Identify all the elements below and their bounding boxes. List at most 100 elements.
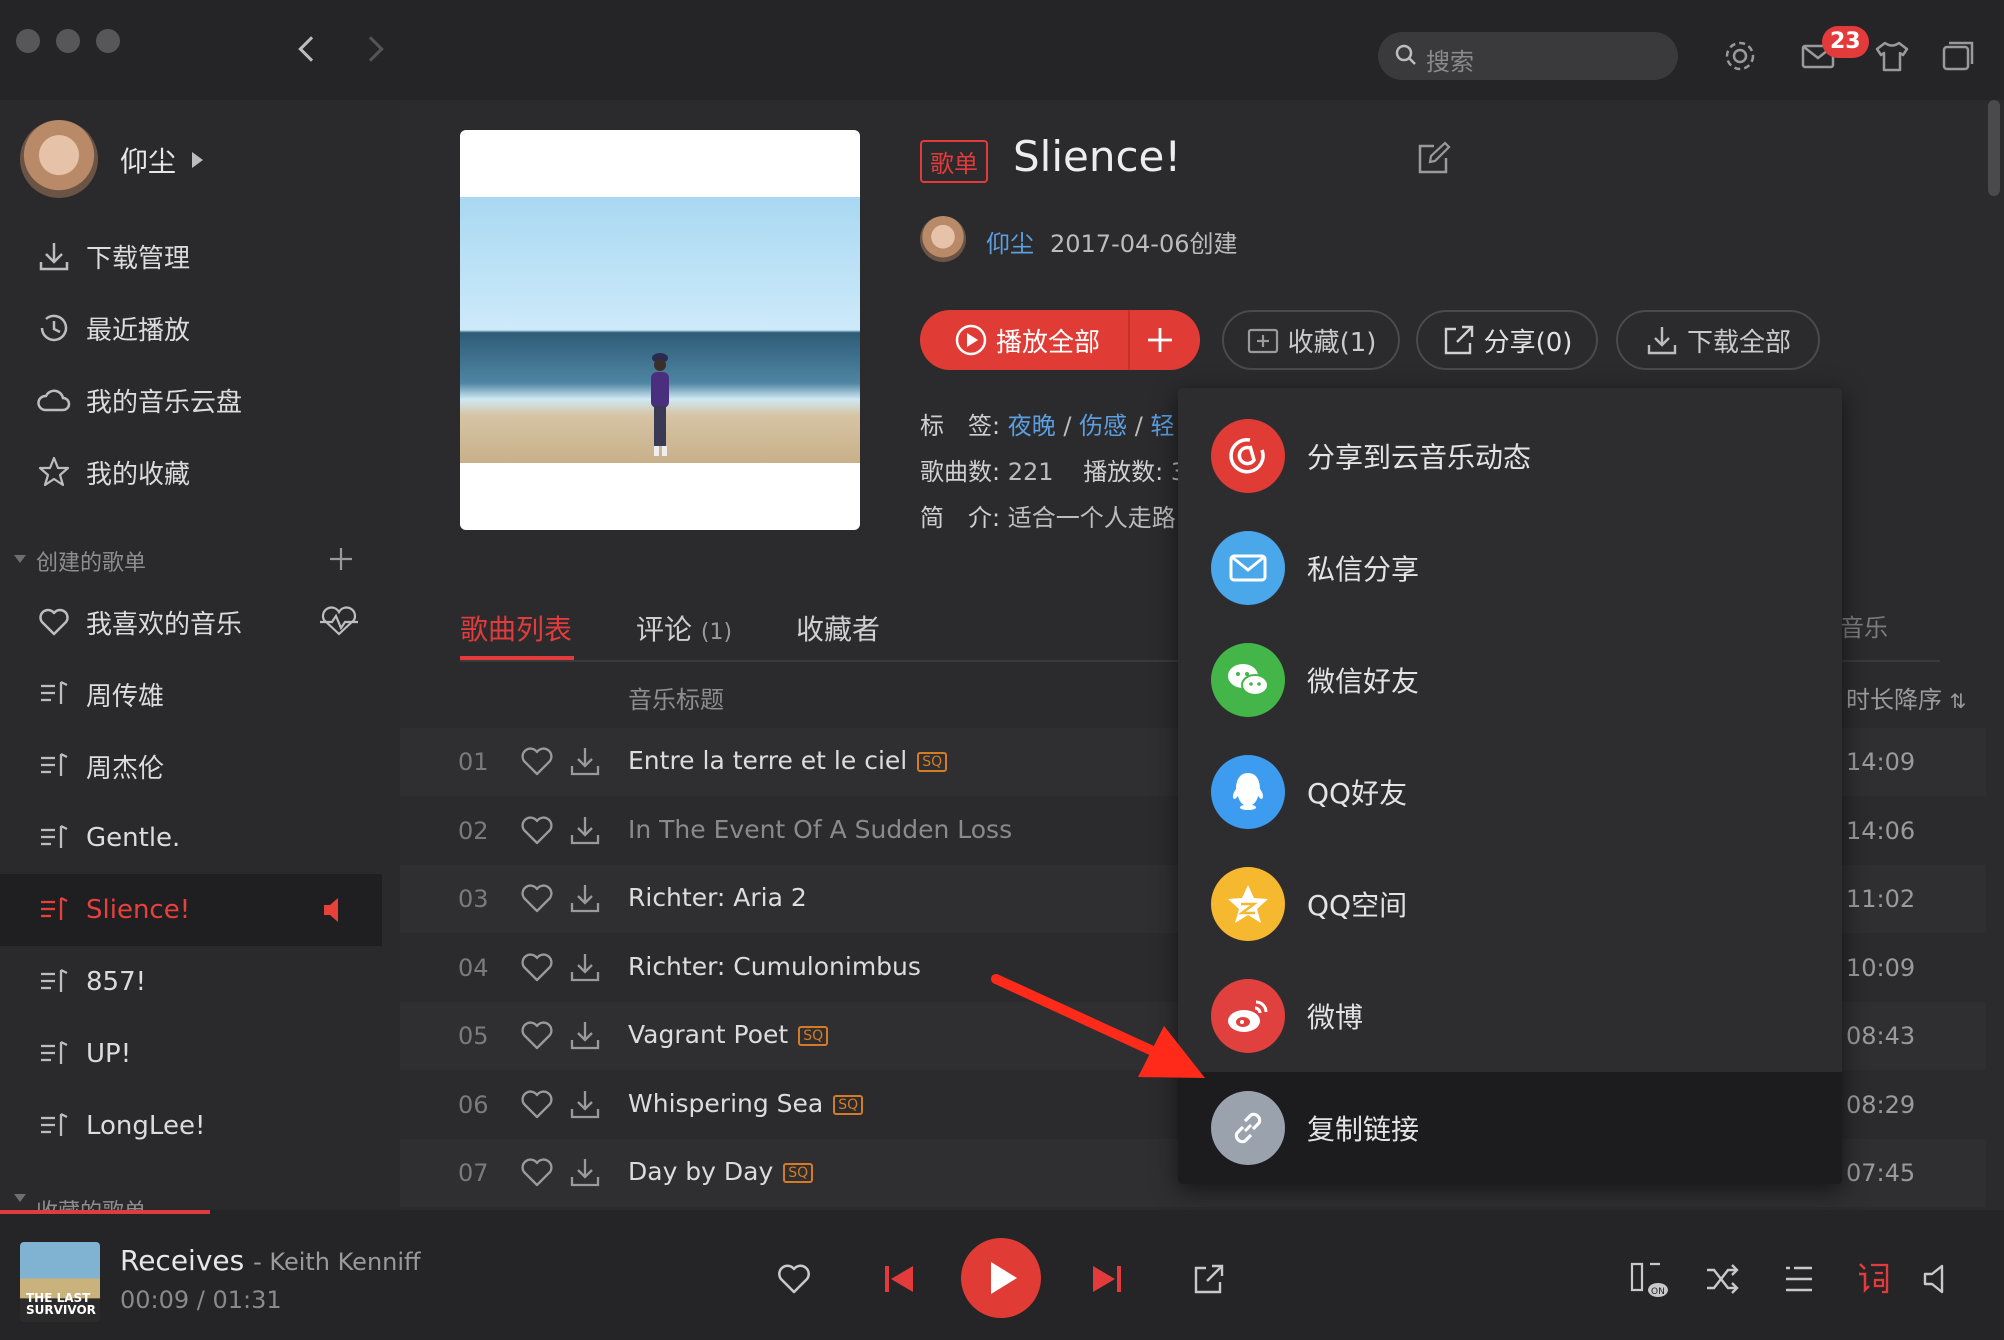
share-menu-item[interactable]: QQ空间 [1178, 848, 1842, 960]
created-playlists-title[interactable]: 创建的歌单 [36, 545, 146, 577]
sidebar-item-playlist[interactable]: 857! [0, 946, 382, 1018]
shuffle-icon[interactable] [1704, 1262, 1740, 1296]
now-playing-title[interactable]: Receives - Keith Kenniff [120, 1244, 421, 1277]
collapse-created-icon[interactable] [14, 555, 26, 563]
track-title[interactable]: Entre la terre et le ciel SQ [628, 746, 948, 775]
like-heart-icon[interactable] [520, 883, 554, 919]
play-button[interactable] [961, 1238, 1041, 1318]
like-heart-icon[interactable] [520, 952, 554, 988]
heartbeat-mode-icon[interactable] [318, 606, 360, 638]
sidebar-item-playlist[interactable]: 周传雄 [0, 658, 382, 730]
download-icon[interactable] [568, 1155, 602, 1193]
share-menu-item[interactable]: 微博 [1178, 960, 1842, 1072]
track-title[interactable]: In The Event Of A Sudden Loss [628, 815, 1012, 844]
collect-button[interactable]: 收藏(1) [1222, 310, 1400, 370]
share-menu-label: 复制链接 [1307, 1113, 1420, 1146]
sidebar-item-recent[interactable]: 最近播放 [0, 292, 382, 364]
sort-by-duration-button[interactable]: 时长降序 ⇅ [1846, 680, 1966, 715]
sidebar-item-playlist-active[interactable]: Slience! [0, 874, 382, 946]
track-title[interactable]: Day by Day SQ [628, 1157, 814, 1186]
user-name[interactable]: 仰尘 [120, 140, 176, 180]
sidebar-item-cloud-drive[interactable]: 我的音乐云盘 [0, 364, 382, 436]
share-menu-item[interactable]: 复制链接 [1178, 1072, 1842, 1184]
share-icon[interactable] [1192, 1262, 1226, 1296]
song-time: 00:09 / 01:31 [120, 1286, 282, 1314]
download-all-button[interactable]: 下载全部 [1616, 310, 1820, 370]
sidebar-item-favorites[interactable]: 我的收藏 [0, 436, 382, 508]
download-icon[interactable] [568, 744, 602, 782]
like-heart-icon[interactable] [520, 1089, 554, 1125]
sidebar-item-playlist[interactable]: Gentle. [0, 802, 382, 874]
next-track-icon[interactable] [1090, 1262, 1124, 1296]
track-title[interactable]: Richter: Cumulonimbus [628, 952, 921, 981]
sidebar-item-playlist[interactable]: UP! [0, 1018, 382, 1090]
track-title[interactable]: Vagrant Poet SQ [628, 1020, 829, 1049]
tab-comments[interactable]: 评论 (1) [636, 608, 732, 648]
volume-icon[interactable] [1922, 1262, 1952, 1296]
tag-separator: / [1063, 412, 1072, 440]
like-heart-icon[interactable] [776, 1262, 812, 1296]
share-label: 分享(0) [1483, 327, 1573, 358]
search-in-playlist-partial[interactable]: 音乐 [1840, 608, 1888, 643]
like-heart-icon[interactable] [520, 815, 554, 851]
share-menu-item[interactable]: 微信好友 [1178, 624, 1842, 736]
share-menu-item[interactable]: 分享到云音乐动态 [1178, 400, 1842, 512]
like-heart-icon[interactable] [520, 746, 554, 782]
now-playing-cover[interactable]: THE LAST SURVIVOR [20, 1242, 100, 1322]
tab-song-list[interactable]: 歌曲列表 [460, 608, 572, 648]
wechat-icon [1211, 643, 1285, 717]
add-to-queue-icon[interactable] [1142, 322, 1178, 358]
tag-link[interactable]: 轻 [1150, 412, 1174, 440]
play-queue-icon[interactable] [1782, 1262, 1816, 1296]
column-header-title[interactable]: 音乐标题 [628, 680, 724, 715]
skin-tshirt-icon[interactable] [1874, 38, 1910, 74]
playlist-icon [41, 1040, 68, 1064]
collapse-collected-icon[interactable] [14, 1194, 26, 1202]
tab-collectors[interactable]: 收藏者 [796, 608, 880, 648]
tag-link[interactable]: 伤感 [1079, 412, 1127, 440]
tag-link[interactable]: 夜晚 [1008, 412, 1056, 440]
share-menu-label: 私信分享 [1307, 553, 1420, 586]
download-icon[interactable] [568, 1087, 602, 1125]
like-heart-icon[interactable] [520, 1157, 554, 1193]
window-zoom-button[interactable] [96, 29, 120, 53]
window-minimize-button[interactable] [56, 29, 80, 53]
add-playlist-icon[interactable] [328, 546, 354, 572]
mini-mode-icon[interactable] [1940, 38, 1976, 74]
back-icon[interactable] [298, 36, 324, 62]
sidebar-item-downloads[interactable]: 下载管理 [0, 220, 382, 292]
sidebar-item-playlist[interactable]: LongLee! [0, 1090, 382, 1162]
download-icon[interactable] [568, 813, 602, 851]
window-close-button[interactable] [16, 29, 40, 53]
creator-avatar[interactable] [920, 216, 966, 262]
search-input[interactable]: 搜索 [1378, 32, 1678, 80]
share-menu-item[interactable]: QQ好友 [1178, 736, 1842, 848]
sound-effect-on-icon[interactable]: ON [1622, 1260, 1670, 1300]
netease-cloud-icon [1211, 419, 1285, 493]
comment-count: (1) [700, 620, 733, 645]
share-menu-item[interactable]: 私信分享 [1178, 512, 1842, 624]
sidebar-item-playlist[interactable]: 周杰伦 [0, 730, 382, 802]
edit-icon[interactable] [1416, 140, 1452, 176]
forward-icon[interactable] [358, 36, 384, 62]
share-button[interactable]: 分享(0) [1416, 310, 1598, 370]
download-icon[interactable] [568, 881, 602, 919]
collected-playlists-title[interactable]: 收藏的歌单 [36, 1194, 146, 1210]
progress-bar[interactable] [0, 1210, 210, 1214]
settings-icon[interactable] [1722, 38, 1758, 74]
download-icon[interactable] [568, 1018, 602, 1056]
download-icon[interactable] [568, 950, 602, 988]
avatar[interactable] [20, 120, 98, 198]
user-menu-arrow-icon[interactable] [192, 152, 203, 168]
track-title[interactable]: Whispering Sea SQ [628, 1089, 864, 1118]
mail-icon [1211, 531, 1285, 605]
scrollbar-thumb[interactable] [1988, 100, 2000, 196]
track-title-text: Richter: Aria 2 [628, 883, 807, 912]
track-title[interactable]: Richter: Aria 2 [628, 883, 807, 912]
play-all-button[interactable]: 播放全部 [920, 310, 1200, 370]
previous-track-icon[interactable] [882, 1262, 916, 1296]
lyrics-icon[interactable] [1856, 1260, 1890, 1296]
like-heart-icon[interactable] [520, 1020, 554, 1056]
creator-name-link[interactable]: 仰尘 [986, 224, 1034, 259]
sidebar-item-liked-music[interactable]: 我喜欢的音乐 [0, 586, 382, 658]
